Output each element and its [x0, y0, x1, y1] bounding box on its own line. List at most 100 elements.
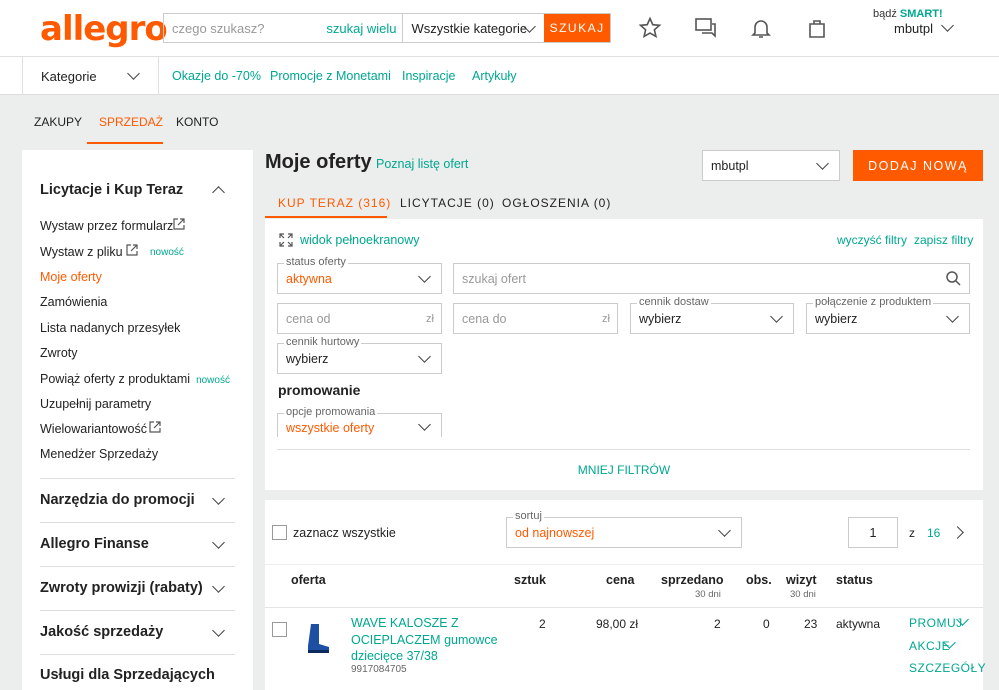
chevron-down-icon[interactable] [212, 580, 225, 593]
sidebar-item-parameters[interactable]: Uzupełnij parametry [40, 397, 151, 411]
add-new-button[interactable]: DODAJ NOWĄ [853, 150, 983, 181]
sidebar-item-my-offers[interactable]: Moje oferty [40, 270, 102, 284]
wholesale-value: wybierz [286, 351, 329, 366]
chevron-down-icon[interactable] [212, 492, 225, 505]
chevron-down-icon [770, 310, 783, 323]
bag-icon[interactable] [805, 16, 829, 40]
tab-account[interactable]: KONTO [176, 115, 218, 129]
offer-obs: 0 [763, 617, 770, 631]
sidebar-item-label: Wystaw przez formularz [40, 219, 174, 233]
search-icon[interactable] [946, 271, 961, 286]
shipping-price-select[interactable]: cennik dostaw wybierz [630, 296, 794, 334]
chevron-down-icon [418, 418, 431, 431]
bell-icon[interactable] [749, 16, 773, 40]
column-sold[interactable]: sprzedano [661, 573, 724, 587]
tab-sales[interactable]: SPRZEDAŻ [99, 115, 163, 129]
chevron-down-icon [418, 350, 431, 363]
column-obs[interactable]: obs. [746, 573, 772, 587]
filters-panel: widok pełnoekranowy wyczyść filtry zapis… [265, 219, 983, 490]
sidebar-item-form[interactable]: Wystaw przez formularz [40, 218, 185, 233]
tab-purchases[interactable]: ZAKUPY [34, 115, 82, 129]
tab-auctions[interactable]: LICYTACJE (0) [400, 196, 495, 210]
sidebar-item-variants[interactable]: Wielowariantowość [40, 421, 161, 436]
sidebar-item-link-products[interactable]: Powiąż oferty z produktami nowość [40, 372, 230, 386]
offer-sold: 2 [714, 617, 721, 631]
sidebar-section-promo-tools[interactable]: Narzędzia do promocji [40, 492, 195, 508]
nav-link-deals[interactable]: Okazje do -70% [172, 69, 261, 83]
chevron-down-icon[interactable] [212, 624, 225, 637]
tab-buy-now[interactable]: KUP TERAZ (316) [278, 196, 391, 210]
column-status[interactable]: status [836, 573, 873, 587]
product-thumbnail[interactable] [305, 622, 333, 656]
sidebar-item-orders[interactable]: Zamówienia [40, 295, 107, 309]
sidebar-section-finance[interactable]: Allegro Finanse [40, 536, 149, 552]
categories-dropdown[interactable]: Kategorie [22, 57, 159, 95]
search-button[interactable]: SZUKAJ [544, 14, 610, 42]
chevron-down-icon[interactable] [941, 19, 954, 32]
external-link-icon [173, 218, 185, 230]
learn-offers-link[interactable]: Poznaj listę ofert [376, 157, 468, 171]
shipping-label: cennik dostaw [637, 296, 711, 308]
smart-badge[interactable]: bądź SMART! [873, 8, 943, 20]
column-price[interactable]: cena [606, 573, 635, 587]
active-tab-underline [265, 216, 387, 218]
details-button[interactable]: SZCZEGÓŁY [909, 661, 986, 675]
sidebar-item-shipments[interactable]: Lista nadanych przesyłek [40, 321, 180, 335]
sidebar-section-seller-services[interactable]: Usługi dla Sprzedających [40, 667, 215, 683]
column-qty[interactable]: sztuk [514, 573, 546, 587]
offer-title-line: OCIEPLACZEM gumowce [351, 632, 498, 647]
sort-select[interactable]: sortuj od najnowszej [506, 510, 742, 548]
nav-link-coins[interactable]: Promocje z Monetami [270, 69, 391, 83]
column-offer[interactable]: oferta [291, 573, 326, 587]
user-menu[interactable]: mbutpl [894, 21, 933, 36]
select-all-checkbox[interactable] [272, 525, 287, 540]
product-link-value: wybierz [815, 311, 858, 326]
tab-ads[interactable]: OGŁOSZENIA (0) [502, 196, 611, 210]
sidebar-item-file[interactable]: Wystaw z pliku nowość [40, 244, 184, 259]
category-select[interactable]: Wszystkie kategorie [403, 14, 544, 42]
chevron-up-icon[interactable] [212, 186, 225, 199]
messages-icon[interactable] [694, 16, 718, 40]
allegro-logo[interactable]: allegro [40, 9, 168, 49]
chevron-right-icon[interactable] [951, 526, 964, 539]
offer-id: 9917084705 [351, 664, 407, 675]
fullscreen-link[interactable]: widok pełnoekranowy [300, 233, 420, 247]
star-icon[interactable] [638, 16, 662, 40]
row-checkbox[interactable] [272, 622, 287, 637]
page-of-label: z [909, 526, 915, 540]
price-to-input[interactable]: cena do zł [453, 303, 618, 334]
account-select[interactable]: mbutpl [702, 150, 840, 181]
sidebar-section-quality[interactable]: Jakość sprzedaży [40, 624, 163, 640]
divider [40, 610, 235, 611]
offer-search-input[interactable]: szukaj ofert [453, 263, 970, 294]
promo-options-label: opcje promowania [284, 406, 378, 418]
less-filters-button[interactable]: MNIEJ FILTRÓW [265, 463, 983, 477]
price-from-input[interactable]: cena od zł [277, 303, 442, 334]
offer-visits: 23 [804, 617, 818, 631]
active-tab-underline [87, 142, 163, 144]
chevron-down-icon[interactable] [212, 536, 225, 549]
save-filters-link[interactable]: zapisz filtry [914, 233, 973, 247]
page-number-input[interactable]: 1 [848, 517, 898, 548]
sidebar-section-auctions[interactable]: Licytacje i Kup Teraz [40, 182, 183, 198]
smart-label: SMART! [899, 8, 943, 20]
divider [40, 522, 235, 523]
search-many-link[interactable]: szukaj wielu [326, 21, 396, 36]
sidebar-item-returns[interactable]: Zwroty [40, 346, 78, 360]
product-link-select[interactable]: połączenie z produktem wybierz [806, 296, 970, 334]
last-page-link[interactable]: 16 [927, 526, 940, 540]
promo-options-select[interactable]: opcje promowania wszystkie oferty [277, 406, 442, 437]
sidebar-item-label: Powiąż oferty z produktami [40, 372, 191, 386]
search-input[interactable]: czego szukasz? szukaj wielu [164, 14, 404, 42]
nav-link-inspirations[interactable]: Inspiracje [402, 69, 456, 83]
offer-title-link[interactable]: WAVE KALOSZE Z OCIEPLACZEM gumowce dziec… [351, 615, 498, 665]
nav-link-articles[interactable]: Artykuły [472, 69, 516, 83]
wholesale-price-select[interactable]: cennik hurtowy wybierz [277, 336, 442, 374]
column-visits[interactable]: wizyt [786, 573, 817, 587]
status-select[interactable]: status oferty aktywna [277, 256, 442, 294]
sidebar-section-commission-refunds[interactable]: Zwroty prowizji (rabaty) [40, 580, 203, 596]
sidebar-item-sales-manager[interactable]: Menedżer Sprzedaży [40, 447, 158, 461]
promote-button[interactable]: PROMUJ [909, 616, 963, 630]
clear-filters-link[interactable]: wyczyść filtry [837, 233, 907, 247]
sidebar-item-label: Wystaw z pliku [40, 245, 123, 259]
